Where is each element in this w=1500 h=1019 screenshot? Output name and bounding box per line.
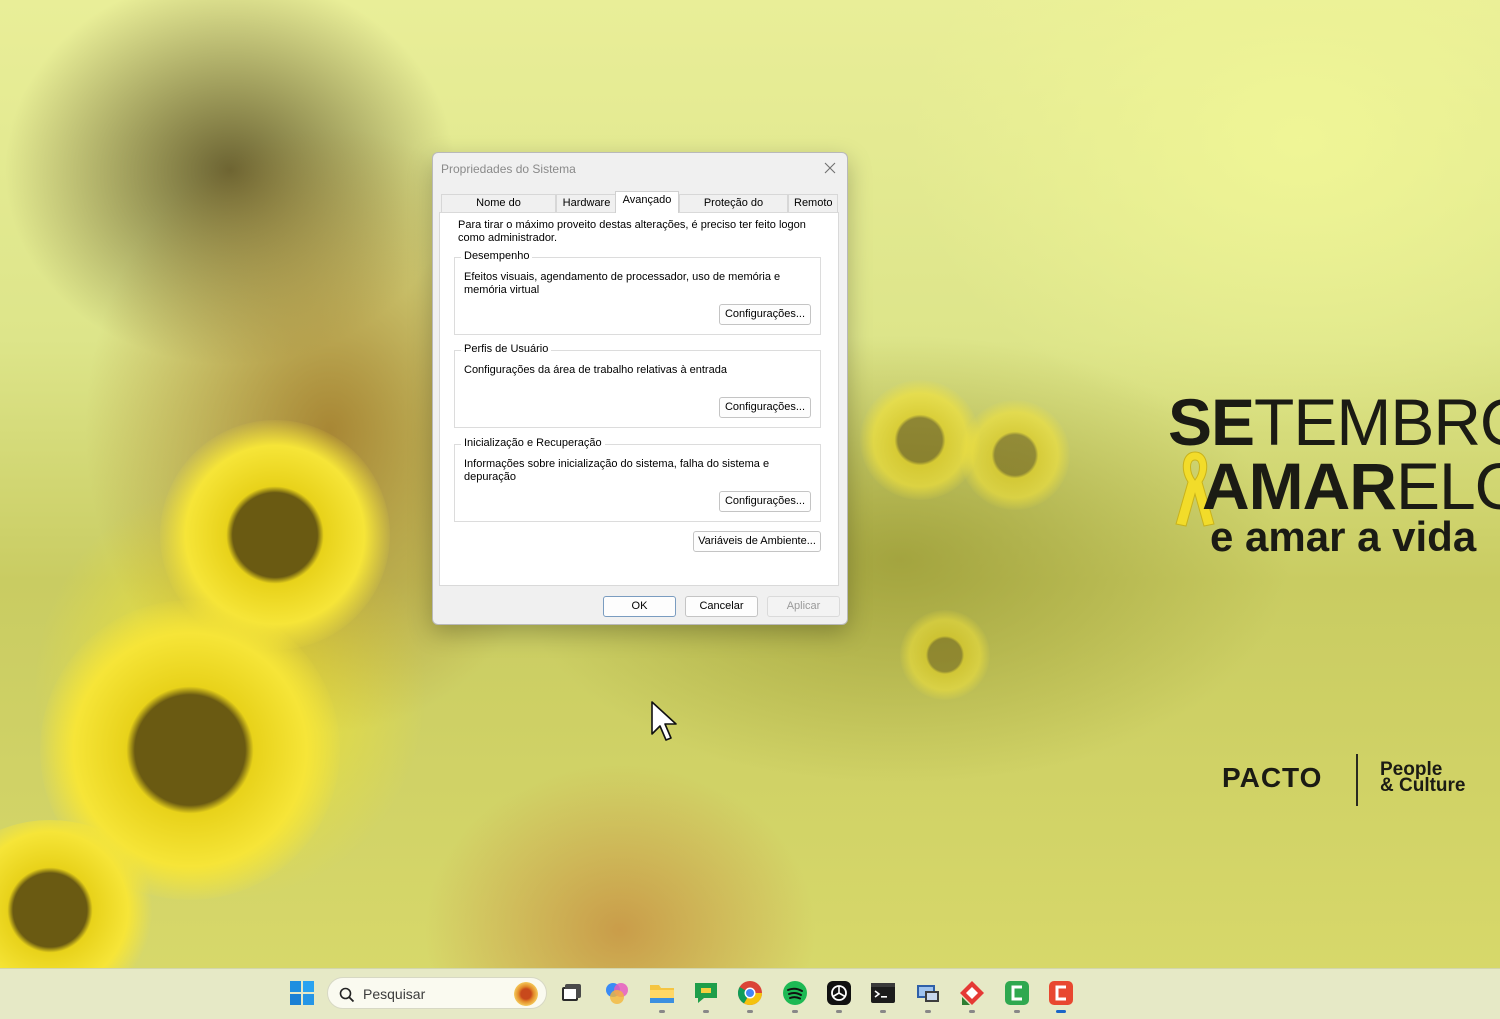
taskbar-search[interactable]: Pesquisar <box>327 977 547 1009</box>
copilot-button[interactable] <box>603 979 631 1007</box>
running-indicator <box>1014 1010 1020 1013</box>
group-title: Inicialização e Recuperação <box>461 437 605 449</box>
dialog-title: Propriedades do Sistema <box>441 162 576 176</box>
task-view-icon <box>562 984 581 1001</box>
campaign-subtitle: e amar a vida <box>1210 513 1477 560</box>
tab-advanced[interactable]: Avançado <box>615 191 679 213</box>
search-highlight-icon <box>514 982 538 1006</box>
anydesk-icon <box>960 981 984 1005</box>
chrome-icon <box>737 981 762 1006</box>
performance-group: Desempenho Efeitos visuais, agendamento … <box>454 250 821 335</box>
terminal-button[interactable] <box>869 979 897 1013</box>
running-indicator <box>747 1010 753 1013</box>
taskbar: Pesquisar <box>0 968 1500 1019</box>
tab-remote[interactable]: Remoto <box>788 194 838 212</box>
startup-recovery-settings-button[interactable]: Configurações... <box>719 491 811 512</box>
start-button[interactable] <box>288 979 316 1007</box>
running-indicator <box>659 1010 665 1013</box>
search-icon <box>339 987 355 1003</box>
start-icon <box>290 981 314 1005</box>
tab-system-protection[interactable]: Proteção do Sistema <box>679 194 788 226</box>
spotify-icon <box>783 981 807 1005</box>
close-icon <box>824 162 836 174</box>
group-description: Informações sobre inicialização do siste… <box>464 458 770 483</box>
remote-desktop-button[interactable] <box>914 979 942 1013</box>
chat-app-icon <box>695 983 717 1003</box>
running-indicator <box>703 1010 709 1013</box>
performance-settings-button[interactable]: Configurações... <box>719 304 811 325</box>
dialog-titlebar[interactable]: Propriedades do Sistema <box>433 153 847 183</box>
cancel-button[interactable]: Cancelar <box>685 596 758 617</box>
active-indicator <box>1056 1010 1066 1013</box>
file-explorer-icon <box>650 985 674 1003</box>
mouse-pointer-icon <box>651 701 677 741</box>
sunflower-image <box>960 400 1070 510</box>
running-indicator <box>969 1010 975 1013</box>
close-button[interactable] <box>815 155 845 181</box>
copilot-icon <box>606 983 628 1004</box>
tab-computer-name[interactable]: Nome do Computador <box>441 194 556 226</box>
file-explorer-button[interactable] <box>648 979 676 1013</box>
pacto-logo: PACTO <box>1222 762 1323 793</box>
spotify-button[interactable] <box>781 979 809 1013</box>
chat-app-button[interactable] <box>692 979 720 1013</box>
people-culture-logo: People & Culture <box>1380 759 1466 796</box>
chrome-button[interactable] <box>736 979 764 1013</box>
group-description: Efeitos visuais, agendamento de processa… <box>464 271 781 296</box>
running-indicator <box>792 1010 798 1013</box>
green-app-button[interactable] <box>1003 979 1031 1013</box>
system-properties-dialog: Propriedades do Sistema Nome do Computad… <box>432 152 848 625</box>
logo-divider <box>1356 754 1358 806</box>
remote-desktop-icon <box>917 985 939 1002</box>
admin-notice: Para tirar o máximo proveito destas alte… <box>458 219 806 244</box>
green-app-icon <box>1005 981 1029 1005</box>
apply-button[interactable]: Aplicar <box>767 596 840 617</box>
task-view-button[interactable] <box>557 979 585 1007</box>
environment-variables-button[interactable]: Variáveis de Ambiente... <box>693 531 821 552</box>
running-indicator <box>836 1010 842 1013</box>
terminal-icon <box>871 983 895 1003</box>
user-profiles-settings-button[interactable]: Configurações... <box>719 397 811 418</box>
chatgpt-button[interactable] <box>825 979 853 1013</box>
running-indicator <box>925 1010 931 1013</box>
red-app-button[interactable] <box>1047 979 1075 1013</box>
running-indicator <box>880 1010 886 1013</box>
ok-button[interactable]: OK <box>603 596 676 617</box>
anydesk-button[interactable] <box>958 979 986 1013</box>
group-title: Desempenho <box>461 250 533 262</box>
tab-hardware[interactable]: Hardware <box>556 194 617 212</box>
group-title: Perfis de Usuário <box>461 343 552 355</box>
search-placeholder: Pesquisar <box>363 986 426 1002</box>
user-profiles-group: Perfis de Usuário Configurações da área … <box>454 343 821 428</box>
red-app-icon <box>1049 981 1073 1005</box>
group-description: Configurações da área de trabalho relati… <box>464 364 727 376</box>
startup-recovery-group: Inicialização e Recuperação Informações … <box>454 437 821 522</box>
chatgpt-icon <box>827 981 851 1005</box>
sunflower-image <box>900 610 990 700</box>
advanced-tab-panel: Para tirar o máximo proveito destas alte… <box>439 212 839 586</box>
